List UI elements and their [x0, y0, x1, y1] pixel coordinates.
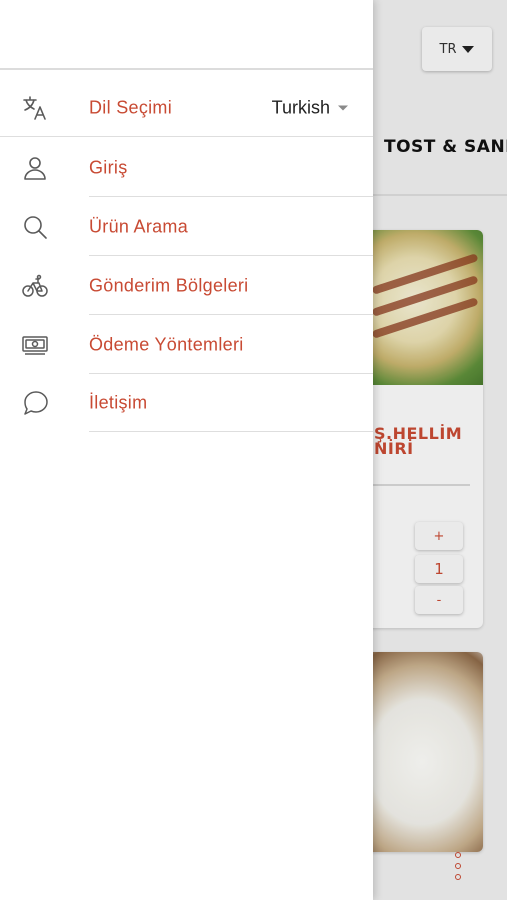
menu-item-label: Ürün Arama [89, 216, 189, 237]
menu-item-label: Dil Seçimi [89, 97, 173, 118]
category-title[interactable]: TOST & SAND [384, 137, 507, 157]
menu-item-product-search[interactable]: Ürün Arama [0, 198, 373, 256]
user-icon [20, 153, 50, 183]
menu-item-label: Ödeme Yöntemleri [89, 334, 244, 355]
menu-item-label: İletişim [89, 392, 148, 413]
caret-down-icon [462, 45, 475, 53]
menu-divider [89, 255, 373, 256]
menu-item-payment-methods[interactable]: Ödeme Yöntemleri [0, 316, 373, 374]
language-button-label: TR [439, 41, 457, 57]
menu-item-delivery-regions[interactable]: Gönderim Bölgeleri [0, 257, 373, 315]
menu-item-contact[interactable]: İletişim [0, 374, 373, 432]
menu-divider [89, 431, 373, 432]
bicycle-icon [20, 271, 50, 301]
drawer-header [0, 0, 373, 70]
language-select-value: Turkish [271, 97, 330, 118]
menu-divider [0, 136, 373, 137]
menu-divider [89, 196, 373, 197]
language-select[interactable]: Turkish [272, 98, 348, 119]
menu-item-label: Giriş [89, 157, 128, 178]
quantity-value: 1 [415, 555, 463, 583]
menu-item-language[interactable]: Dil Seçimi Turkish [0, 79, 373, 137]
search-icon [20, 212, 50, 242]
chat-bubble-icon [20, 388, 50, 418]
menu-item-login[interactable]: Giriş [0, 139, 373, 197]
banknote-icon [20, 330, 50, 360]
menu-item-label: Gönderim Bölgeleri [89, 275, 249, 296]
navigation-drawer: Dil Seçimi Turkish Giriş Ürün Arama Gönd… [0, 0, 373, 900]
menu-divider [89, 314, 373, 315]
quantity-decrease-button[interactable]: - [415, 586, 463, 614]
quantity-increase-button[interactable]: + [415, 522, 463, 550]
translate-icon [20, 93, 50, 123]
language-button[interactable]: TR [422, 27, 492, 71]
more-options-icon[interactable] [451, 852, 465, 880]
dropdown-caret-icon [338, 105, 348, 111]
